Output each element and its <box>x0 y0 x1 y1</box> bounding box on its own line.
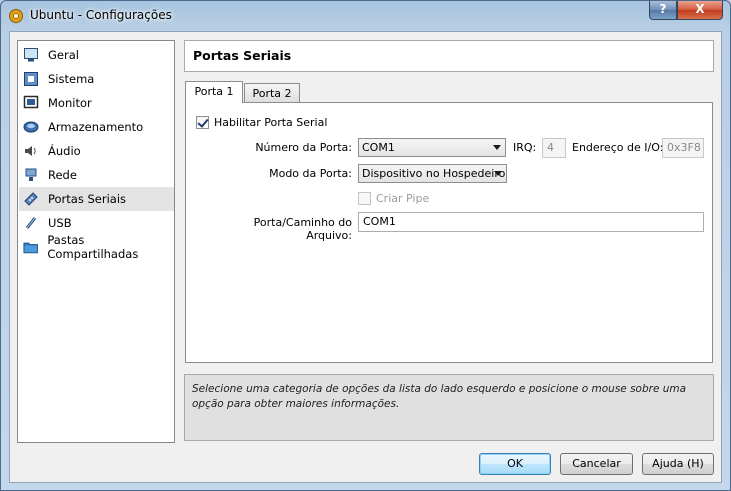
gear-icon <box>9 9 23 23</box>
settings-window: Ubuntu - Configurações ? X Geral Sistema… <box>0 0 731 491</box>
usb-icon <box>25 217 37 229</box>
sidebar-item-monitor[interactable]: Monitor <box>19 91 174 115</box>
sidebar-item-label: USB <box>48 216 72 230</box>
folder-icon <box>23 242 38 254</box>
sidebar-item-label: Rede <box>48 168 77 182</box>
create-pipe-checkbox[interactable] <box>358 192 371 205</box>
tab-porta-2[interactable]: Porta 2 <box>244 83 300 104</box>
irq-label: IRQ: <box>513 141 537 154</box>
monitor-general-icon <box>24 48 38 62</box>
sidebar-item-label: Áudio <box>48 144 81 158</box>
chip-icon <box>24 72 38 86</box>
window-title: Ubuntu - Configurações <box>30 8 172 22</box>
serial-port-icon <box>24 192 38 206</box>
enable-serial-checkbox[interactable] <box>196 116 209 129</box>
enable-serial-label: Habilitar Porta Serial <box>214 116 328 129</box>
tab-porta-1[interactable]: Porta 1 <box>185 81 243 103</box>
description-text: Selecione uma categoria de opções da lis… <box>192 383 687 410</box>
disk-icon <box>23 121 39 133</box>
sidebar-item-armazenamento[interactable]: Armazenamento <box>19 115 174 139</box>
chevron-down-icon <box>493 145 501 150</box>
tab-panel: Habilitar Porta Serial Número da Porta: … <box>185 102 713 363</box>
sidebar-item-label: Portas Seriais <box>48 192 127 206</box>
sidebar-item-portas-seriais[interactable]: Portas Seriais <box>19 187 174 211</box>
sidebar-item-pastas-compartilhadas[interactable]: Pastas Compartilhadas <box>19 233 174 261</box>
page-title: Portas Seriais <box>193 48 292 63</box>
sidebar-item-rede[interactable]: Rede <box>19 163 174 187</box>
port-number-select[interactable]: COM1 <box>358 138 506 157</box>
speaker-icon <box>25 146 36 156</box>
help-button[interactable]: Ajuda (H) <box>642 453 714 475</box>
port-mode-select[interactable]: Dispositivo no Hospedeiro <box>358 164 507 183</box>
path-label: Porta/Caminho do Arquivo: <box>253 216 352 242</box>
irq-field[interactable]: 4 <box>542 138 566 158</box>
cancel-button[interactable]: Cancelar <box>560 453 633 475</box>
category-list[interactable]: Geral Sistema Monitor Armazenamento Áudi… <box>17 40 175 443</box>
sidebar-item-label: Sistema <box>48 72 95 86</box>
sidebar-item-audio[interactable]: Áudio <box>19 139 174 163</box>
path-input[interactable]: COM1 <box>358 212 704 232</box>
io-address-label: Endereço de I/O: <box>572 141 664 154</box>
help-title-button[interactable]: ? <box>649 1 677 20</box>
sidebar-item-geral[interactable]: Geral <box>19 43 174 67</box>
sidebar-item-label: Monitor <box>48 96 92 110</box>
sidebar-item-sistema[interactable]: Sistema <box>19 67 174 91</box>
sidebar-item-label: Geral <box>48 48 79 62</box>
port-number-label: Número da Porta: <box>255 141 352 154</box>
port-mode-value: Dispositivo no Hospedeiro <box>362 167 506 180</box>
description-panel: Selecione uma categoria de opções da lis… <box>184 374 714 441</box>
create-pipe-label: Criar Pipe <box>376 192 430 205</box>
port-mode-label: Modo da Porta: <box>269 167 352 180</box>
dialog-client: Geral Sistema Monitor Armazenamento Áudi… <box>9 31 722 483</box>
io-address-field[interactable]: 0x3F8 <box>662 138 704 158</box>
title-bar[interactable]: Ubuntu - Configurações ? X <box>1 1 730 31</box>
page-header: Portas Seriais <box>184 40 714 72</box>
network-icon <box>25 168 37 181</box>
sidebar-item-label: Pastas Compartilhadas <box>47 233 139 261</box>
close-button[interactable]: X <box>677 1 723 20</box>
sidebar-item-label: Armazenamento <box>48 120 144 134</box>
display-icon <box>23 95 39 109</box>
chevron-down-icon <box>494 171 502 176</box>
port-number-value: COM1 <box>362 141 395 154</box>
sidebar-item-usb[interactable]: USB <box>19 211 174 235</box>
ok-button[interactable]: OK <box>479 453 551 475</box>
